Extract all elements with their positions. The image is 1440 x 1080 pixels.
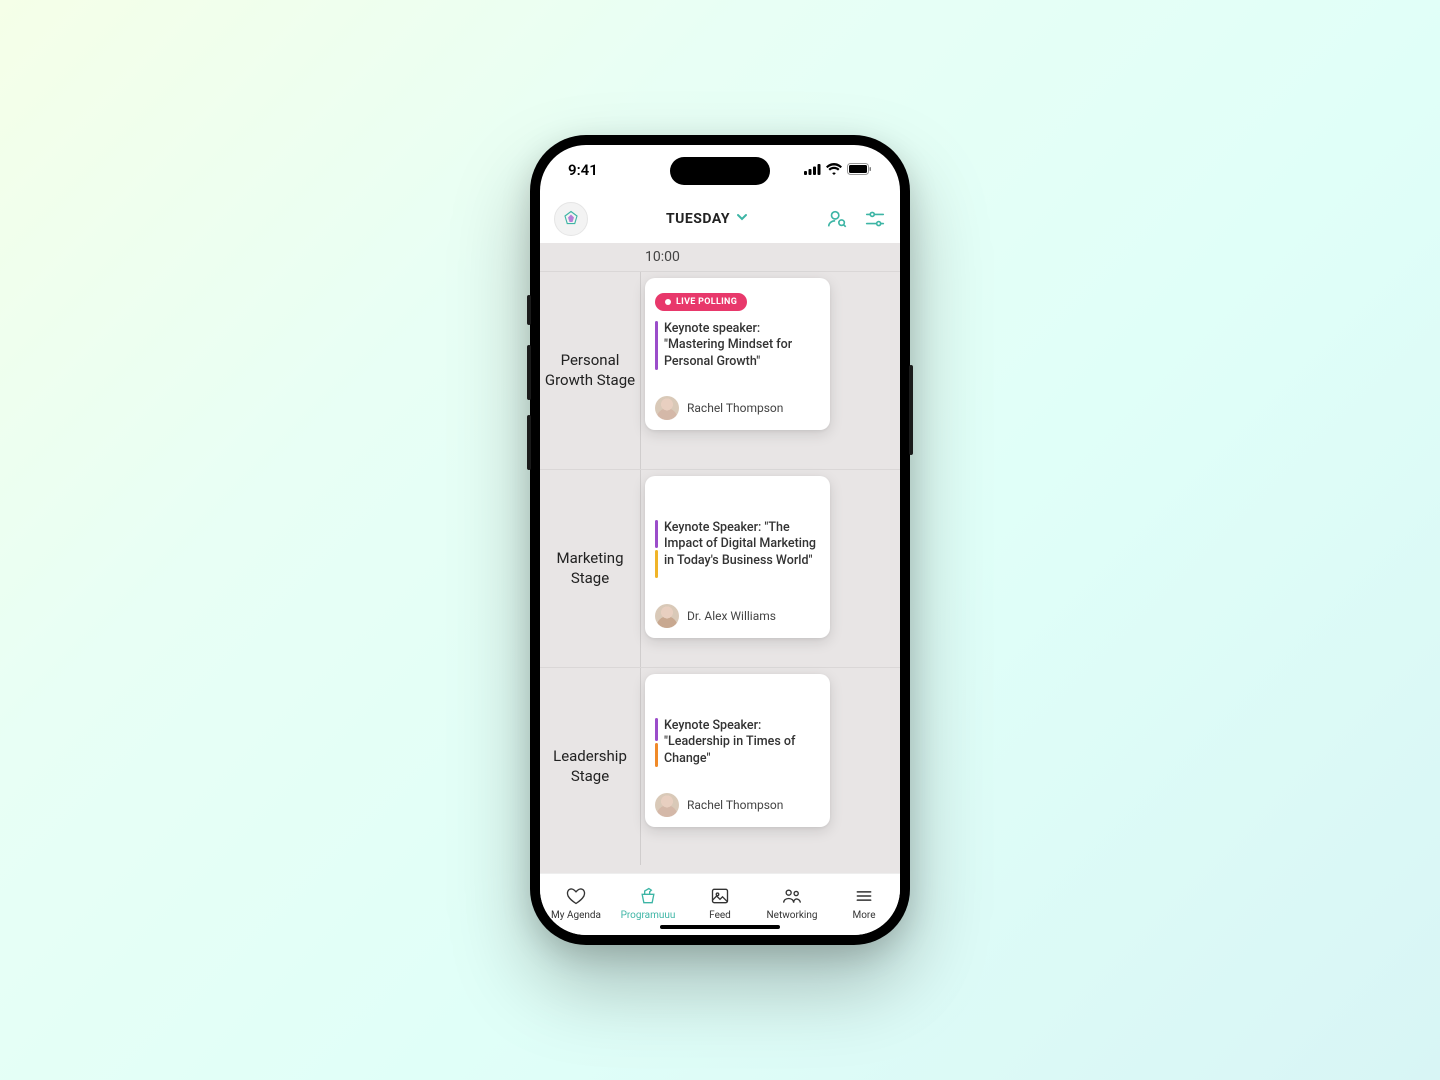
tab-my-agenda[interactable]: My Agenda bbox=[540, 885, 612, 921]
tab-program[interactable]: Programuuu bbox=[612, 885, 684, 921]
stage-label: Marketing Stage bbox=[540, 470, 640, 667]
avatar bbox=[655, 396, 679, 420]
session-title: Keynote Speaker: "Leadership in Times of… bbox=[664, 718, 820, 767]
badge-text: LIVE POLLING bbox=[676, 297, 737, 307]
home-indicator[interactable] bbox=[660, 925, 780, 929]
side-button bbox=[527, 295, 531, 325]
tab-label: Programuuu bbox=[621, 910, 676, 921]
session-card[interactable]: Keynote Speaker: "Leadership in Times of… bbox=[645, 674, 830, 827]
stage-label: Leadership Stage bbox=[540, 668, 640, 865]
session-title: Keynote speaker: "Mastering Mindset for … bbox=[664, 321, 820, 370]
tab-label: More bbox=[852, 910, 875, 921]
dynamic-island bbox=[670, 157, 770, 185]
stage-column: LIVE POLLING Keynote speaker: "Mastering… bbox=[640, 272, 900, 469]
tab-label: My Agenda bbox=[551, 910, 601, 921]
stage-row-personal-growth: Personal Growth Stage LIVE POLLING bbox=[540, 271, 900, 469]
stage-column: Keynote Speaker: "The Impact of Digital … bbox=[640, 470, 900, 667]
timeline[interactable]: 10:00 Personal Growth Stage LIVE POLLING bbox=[540, 243, 900, 873]
avatar bbox=[655, 793, 679, 817]
chevron-down-icon bbox=[736, 211, 748, 227]
status-indicators bbox=[804, 161, 872, 179]
time-marker: 10:00 bbox=[540, 243, 900, 271]
battery-icon bbox=[847, 161, 872, 179]
timeline-rows: Personal Growth Stage LIVE POLLING bbox=[540, 271, 900, 873]
app-header: TUESDAY bbox=[540, 195, 900, 243]
phone-frame: 9:41 TUESDAY bbox=[530, 135, 910, 945]
tab-label: Networking bbox=[767, 910, 818, 921]
session-title: Keynote Speaker: "The Impact of Digital … bbox=[664, 520, 820, 578]
heart-icon bbox=[565, 885, 587, 907]
header-actions bbox=[826, 208, 886, 230]
session-card[interactable]: Keynote Speaker: "The Impact of Digital … bbox=[645, 476, 830, 638]
live-dot-icon bbox=[665, 299, 671, 305]
avatar bbox=[655, 604, 679, 628]
volume-down-button bbox=[527, 415, 531, 470]
speaker-name: Dr. Alex Williams bbox=[687, 609, 776, 623]
status-time: 9:41 bbox=[568, 161, 598, 179]
speaker-chip: Dr. Alex Williams bbox=[655, 604, 820, 628]
stage-column: Keynote Speaker: "Leadership in Times of… bbox=[640, 668, 900, 865]
track-accent bbox=[655, 718, 658, 767]
day-label: TUESDAY bbox=[666, 211, 730, 227]
track-accent bbox=[655, 321, 658, 370]
stage-row-marketing: Marketing Stage Keynote Speaker: "The Im… bbox=[540, 469, 900, 667]
tab-networking[interactable]: Networking bbox=[756, 885, 828, 921]
user-search-icon[interactable] bbox=[826, 208, 848, 230]
menu-icon bbox=[853, 885, 875, 907]
screen: 9:41 TUESDAY bbox=[540, 145, 900, 935]
session-card[interactable]: LIVE POLLING Keynote speaker: "Mastering… bbox=[645, 278, 830, 430]
live-polling-badge: LIVE POLLING bbox=[655, 293, 747, 311]
tab-feed[interactable]: Feed bbox=[684, 885, 756, 921]
speaker-chip: Rachel Thompson bbox=[655, 396, 820, 420]
speaker-name: Rachel Thompson bbox=[687, 401, 783, 415]
power-button bbox=[909, 365, 913, 455]
stage-label: Personal Growth Stage bbox=[540, 272, 640, 469]
wifi-icon bbox=[826, 161, 842, 179]
app-logo[interactable] bbox=[554, 202, 588, 236]
tab-label: Feed bbox=[709, 910, 731, 921]
image-icon bbox=[709, 885, 731, 907]
speaker-name: Rachel Thompson bbox=[687, 798, 783, 812]
speaker-chip: Rachel Thompson bbox=[655, 793, 820, 817]
cellular-icon bbox=[804, 161, 821, 179]
volume-up-button bbox=[527, 345, 531, 400]
podium-icon bbox=[637, 885, 659, 907]
filter-icon[interactable] bbox=[864, 208, 886, 230]
tab-more[interactable]: More bbox=[828, 885, 900, 921]
day-selector[interactable]: TUESDAY bbox=[666, 211, 748, 227]
stage-row-leadership: Leadership Stage Keynote Speaker: "Leade… bbox=[540, 667, 900, 865]
track-accent bbox=[655, 520, 658, 578]
people-icon bbox=[781, 885, 803, 907]
